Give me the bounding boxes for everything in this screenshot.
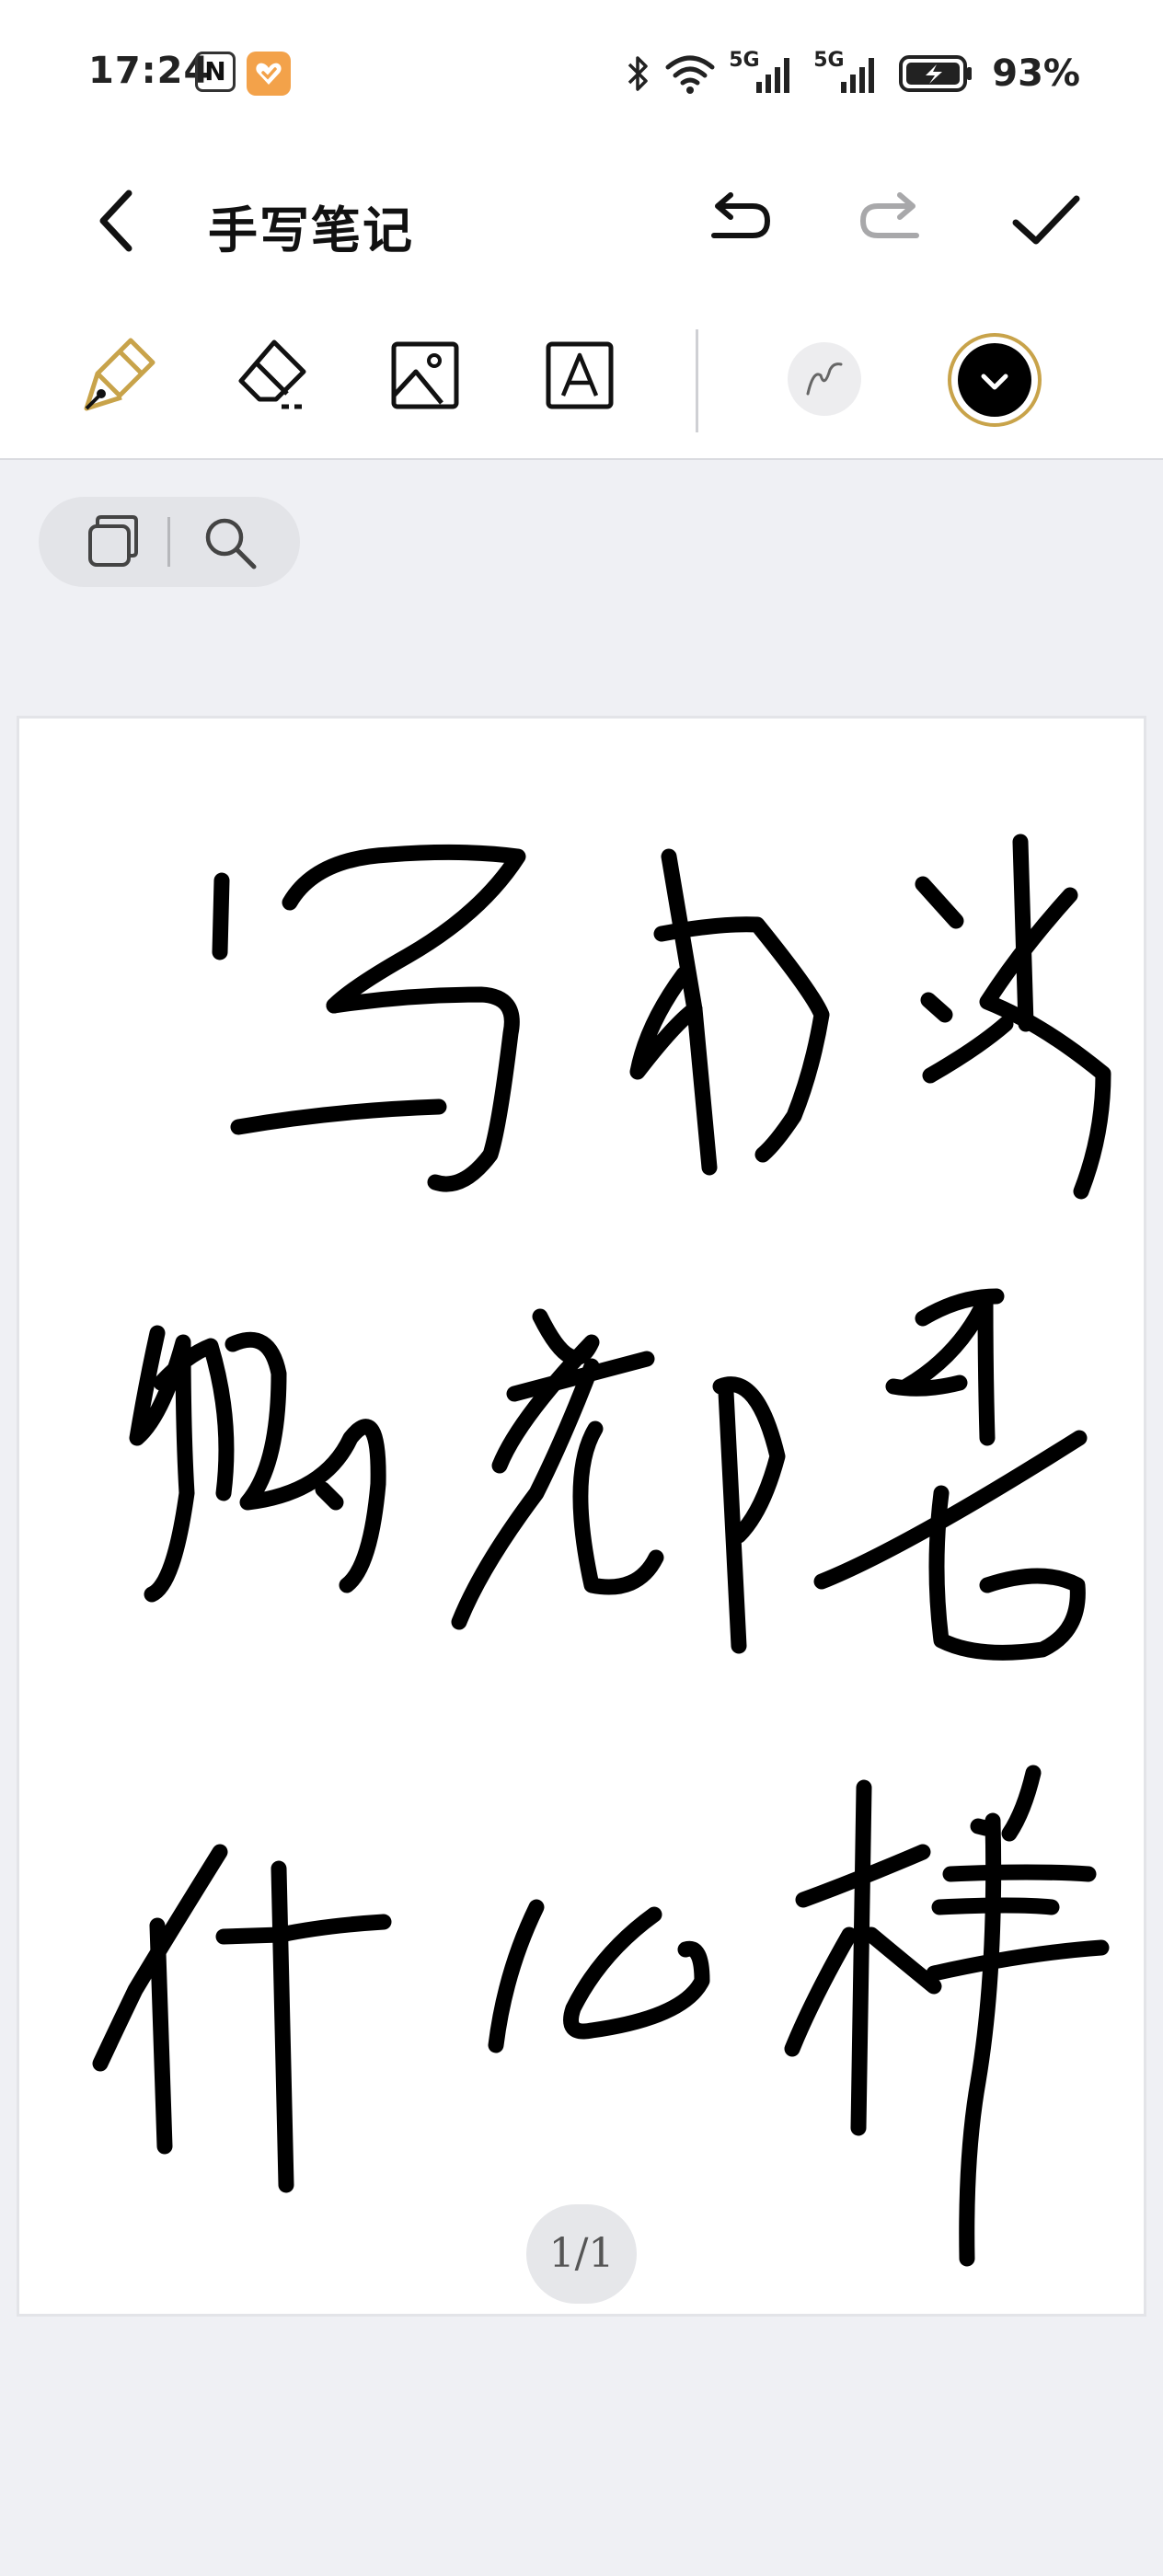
app-notification-icon (247, 52, 291, 96)
signal-5g-icon: 5G (729, 49, 800, 97)
handwriting-strokes (92, 834, 1111, 2267)
page-tools-pill (39, 497, 300, 587)
back-icon[interactable] (88, 178, 147, 263)
pill-separator (167, 517, 170, 567)
page-title: 手写笔记 (208, 201, 414, 259)
search-icon[interactable] (193, 506, 267, 580)
redo-icon[interactable] (850, 178, 935, 263)
toolbar-divider (696, 329, 698, 432)
check-icon[interactable] (1003, 178, 1088, 263)
page-indicator: 1/1 (526, 2204, 637, 2304)
pen-color-swatch (958, 343, 1031, 417)
signal-5g-icon: 5G (813, 49, 885, 97)
stroke-style-icon (806, 362, 843, 396)
status-time: 17:24 (88, 50, 211, 92)
image-icon[interactable] (381, 331, 469, 420)
nfc-icon (195, 52, 236, 92)
charging-battery-icon (899, 55, 973, 92)
bluetooth-icon (628, 56, 648, 91)
handwriting-canvas[interactable] (17, 716, 1146, 2317)
drawing-toolbar (0, 294, 1163, 460)
eraser-icon[interactable] (228, 331, 317, 420)
stroke-style-button[interactable] (788, 342, 861, 416)
pen-color-picker[interactable] (948, 333, 1042, 427)
undo-icon[interactable] (696, 178, 780, 263)
status-bar: 17:24 5G 5G 93% (0, 0, 1163, 147)
pen-icon[interactable] (74, 331, 162, 420)
battery-percentage: 93% (992, 52, 1080, 95)
pages-icon[interactable] (75, 506, 149, 580)
status-right-group: 5G 5G 93% (624, 46, 1080, 101)
chevron-down-icon (981, 374, 1008, 390)
text-box-icon[interactable] (535, 331, 624, 420)
wifi-icon (665, 55, 715, 94)
app-header: 手写笔记 (0, 147, 1163, 294)
